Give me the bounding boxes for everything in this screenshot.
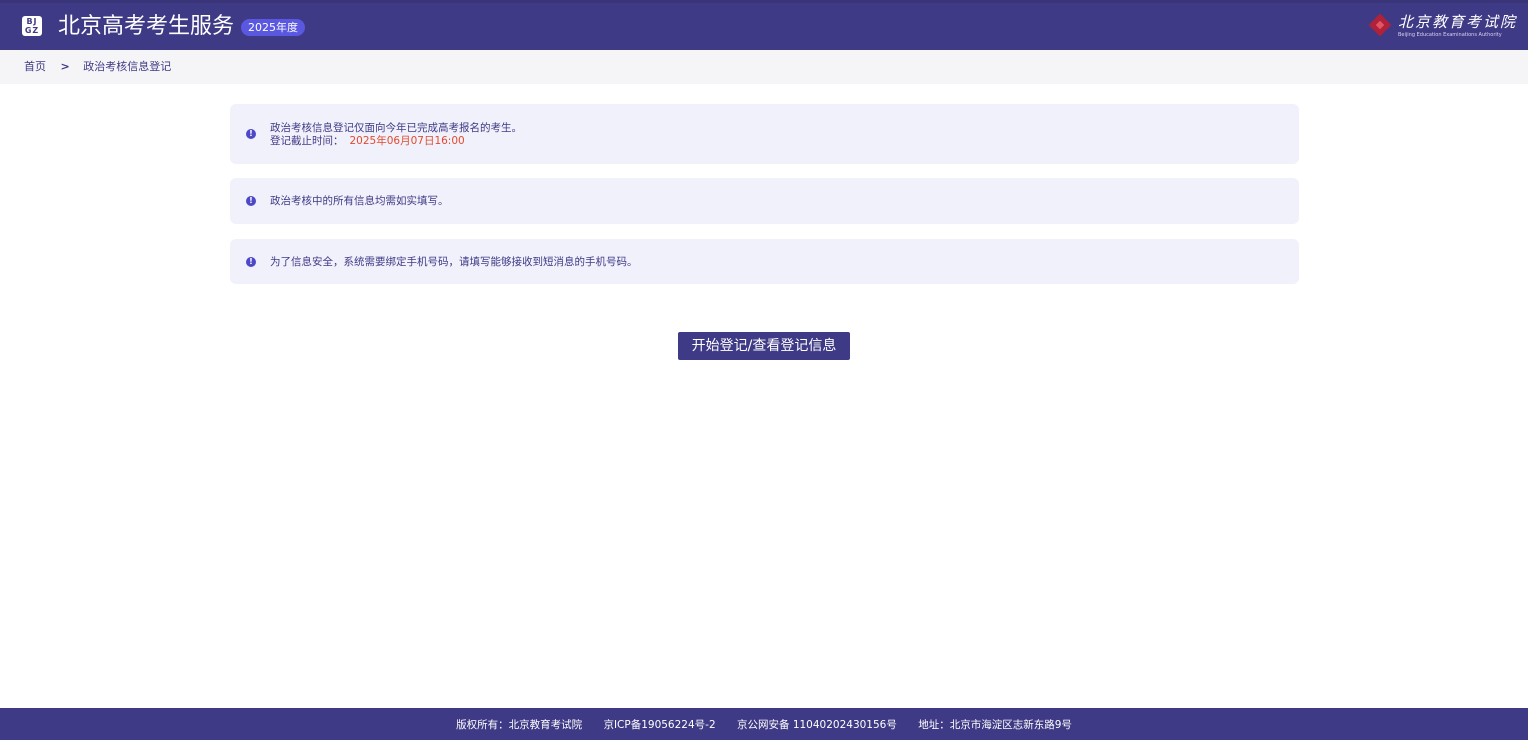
breadcrumb: 首页 > 政治考核信息登记 [0, 50, 1528, 84]
info-icon: ! [246, 129, 256, 139]
notice-text: 政治考核信息登记仅面向今年已完成高考报名的考生。 登记截止时间： 2025年06月… [270, 122, 522, 148]
bjgz-logo-icon: BJ GZ [22, 16, 42, 36]
breadcrumb-home-link[interactable]: 首页 [24, 60, 46, 73]
notice-eligibility: ! 政治考核信息登记仅面向今年已完成高考报名的考生。 登记截止时间： 2025年0… [230, 104, 1299, 164]
footer-police-record-link[interactable]: 京公网安备 11040202430156号 [737, 719, 897, 731]
footer: 版权所有：北京教育考试院 京ICP备19056224号-2 京公网安备 1104… [0, 708, 1528, 740]
org-name: 北京教育考试院 [1398, 13, 1518, 31]
org-logo[interactable]: 北京教育考试院 Beijing Education Examinations A… [1368, 13, 1515, 41]
info-icon: ! [246, 257, 256, 267]
deadline-row: 登记截止时间： 2025年06月07日16:00 [270, 135, 522, 148]
footer-address: 地址：北京市海淀区志新东路9号 [918, 719, 1072, 731]
notice-truthful: ! 政治考核中的所有信息均需如实填写。 [230, 178, 1299, 224]
start-registration-button[interactable]: 开始登记/查看登记信息 [678, 332, 850, 360]
notice-eligibility-text: 政治考核信息登记仅面向今年已完成高考报名的考生。 [270, 122, 522, 134]
footer-icp-link[interactable]: 京ICP备19056224号-2 [603, 719, 715, 731]
app-title: 北京高考考生服务 [58, 14, 235, 39]
notice-phone-binding-text: 为了信息安全，系统需要绑定手机号码，请填写能够接收到短消息的手机号码。 [270, 256, 638, 268]
breadcrumb-current: 政治考核信息登记 [83, 60, 172, 73]
year-badge: 2025年度 [241, 19, 305, 36]
org-subtitle: Beijing Education Examinations Authority [1398, 32, 1502, 38]
page: BJ GZ 北京高考考生服务 2025年度 北京教育考试院 Beijing Ed… [0, 0, 1528, 740]
logo-text-bottom: GZ [24, 26, 40, 35]
deadline-value: 2025年06月07日16:00 [349, 135, 465, 147]
notice-phone-binding: ! 为了信息安全，系统需要绑定手机号码，请填写能够接收到短消息的手机号码。 [230, 239, 1299, 284]
deadline-label: 登记截止时间： [270, 135, 344, 147]
top-header: BJ GZ 北京高考考生服务 2025年度 北京教育考试院 Beijing Ed… [0, 0, 1528, 50]
info-icon: ! [246, 196, 256, 206]
notice-truthful-text: 政治考核中的所有信息均需如实填写。 [270, 195, 449, 207]
footer-copyright: 版权所有：北京教育考试院 [456, 719, 583, 731]
chevron-right-icon: > [60, 60, 70, 73]
logo-text-top: BJ [26, 17, 38, 26]
